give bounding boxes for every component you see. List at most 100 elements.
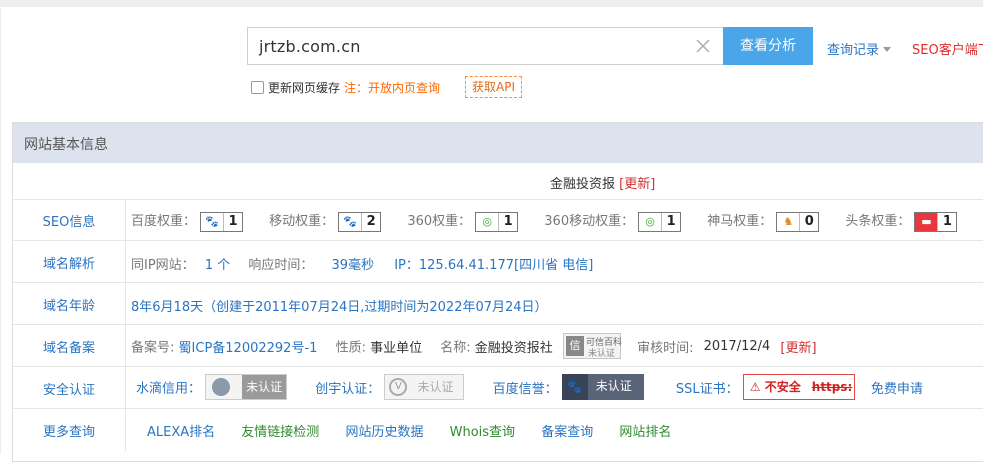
weight-toutiao-label: 头条权重：: [845, 214, 911, 229]
domain-age-detail[interactable]: （创建于2011年07月24日,过期时间为2022年07月24日）: [203, 300, 547, 315]
baidu-paw-icon: 🐾: [561, 374, 588, 400]
note-text[interactable]: 注：开放内页查询: [344, 81, 440, 95]
panel-title: 网站基本信息: [24, 137, 108, 153]
toutiao-icon: ▬: [915, 212, 939, 231]
more-label-text: 更多查询: [42, 425, 95, 440]
360-icon: ◎: [639, 212, 663, 231]
refresh-cache-label: 更新网页缓存: [268, 81, 341, 95]
domain-age-label: 域名年龄: [13, 283, 126, 325]
weight-baidu-value: 1: [228, 213, 238, 229]
whois-link[interactable]: Whois查询: [450, 425, 515, 440]
ssl-proto-text: https:: [811, 380, 853, 394]
audit-label: 审核时间:: [637, 340, 694, 356]
more-label: 更多查询: [13, 409, 126, 451]
refresh-cache-checkbox[interactable]: [251, 81, 264, 94]
search-input[interactable]: jrtzb.com.cn: [247, 27, 723, 65]
chevron-down-icon: [883, 47, 892, 52]
more-row: 更多查询 ALEXA排名 友情链接检测 网站历史数据 Whois查询 备案查询 …: [13, 408, 983, 451]
seo-label-text: SEO信息: [42, 215, 96, 230]
baidu-paw-icon: 🐾: [201, 212, 225, 231]
kexin-line2: 未认证: [587, 349, 615, 359]
panel-header: 网站基本信息: [13, 123, 983, 163]
search-input-value: jrtzb.com.cn: [259, 37, 361, 56]
weight-baidu-badge[interactable]: 🐾 1: [200, 211, 244, 232]
seo-row: SEO信息 百度权重： 🐾 1 移动权重： 🐾 2 360权重： ◎ 1 360移动权重： ◎…: [13, 199, 983, 241]
kexin-icon: 信: [565, 336, 584, 356]
site-rank-link[interactable]: 网站排名: [619, 425, 671, 440]
get-api-button[interactable]: 获取API: [465, 76, 522, 98]
domain-resolve-label: 域名解析: [13, 241, 126, 283]
weight-baidu-label: 百度权重：: [131, 214, 197, 229]
top-band: [0, 0, 983, 7]
icp-label: 域名备案: [13, 325, 126, 367]
org-name-value: 金融投资报社: [474, 340, 553, 356]
360-icon: ◎: [476, 212, 500, 231]
security-label: 安全认证: [13, 367, 126, 409]
icp-label-text: 域名备案: [42, 341, 95, 356]
org-name-label: 名称:: [440, 340, 471, 356]
weight-360mobile-badge[interactable]: ◎ 1: [638, 211, 682, 232]
history-label: 查询记录: [827, 43, 880, 58]
ssl-badge-text: 不安全: [764, 380, 801, 394]
baidu-badge-text: 未认证: [595, 379, 632, 393]
ssl-label: SSL证书：: [675, 381, 739, 397]
icp-update-link[interactable]: [更新]: [780, 341, 816, 356]
domain-resolve-label-text: 域名解析: [42, 257, 95, 272]
weight-mobile-label: 移动权重：: [269, 214, 335, 229]
same-ip-label: 同IP网站：: [131, 258, 195, 273]
weight-360mobile-label: 360移动权重：: [544, 214, 635, 229]
water-label: 水滴信用：: [136, 381, 202, 397]
weight-toutiao-value: 1: [942, 213, 952, 229]
chuangyu-badge[interactable]: V 未认证: [384, 374, 465, 400]
seo-client-link[interactable]: SEO客户端下: [912, 39, 983, 58]
weight-360mobile-value: 1: [666, 213, 676, 229]
water-badge-text: 未认证: [242, 375, 287, 399]
weight-360-badge[interactable]: ◎ 1: [475, 211, 519, 232]
ip-link[interactable]: IP：125.64.41.177[四川省 电信]: [394, 258, 593, 273]
weight-360-value: 1: [503, 213, 513, 229]
icp-no-value[interactable]: 蜀ICP备12002292号-1: [179, 341, 318, 356]
shenma-icon: ♞: [777, 212, 801, 231]
weight-mobile-badge[interactable]: 🐾 2: [338, 211, 382, 232]
weight-mobile-value: 2: [366, 213, 376, 229]
domain-age-value[interactable]: 8年6月18天: [131, 300, 203, 315]
icp-no-label: 备案号:: [131, 340, 175, 356]
nature-value: 事业单位: [370, 340, 423, 356]
water-credit-badge[interactable]: 未认证: [205, 374, 288, 400]
left-border: [0, 7, 1, 454]
chuangyu-badge-text: 未认证: [417, 380, 454, 394]
baidu-credit-badge[interactable]: 🐾 未认证: [561, 374, 644, 400]
weight-shenma-badge[interactable]: ♞ 0: [776, 211, 820, 232]
security-label-text: 安全认证: [42, 383, 95, 398]
site-info-panel: 网站基本信息 金融投资报 [更新] SEO信息 百度权重： 🐾 1 移动权重： 🐾 2 …: [12, 122, 983, 462]
history-dropdown[interactable]: 查询记录: [827, 39, 892, 58]
weight-shenma-value: 0: [804, 213, 814, 229]
seo-label: SEO信息: [13, 200, 126, 241]
icp-query-link[interactable]: 备案查询: [541, 425, 593, 440]
site-name: 金融投资报: [550, 177, 616, 192]
domain-age-label-text: 域名年龄: [42, 299, 95, 314]
chuangyu-label: 创宇认证：: [315, 381, 381, 397]
chuangyu-v-icon: V: [389, 378, 408, 396]
update-link[interactable]: [更新]: [619, 177, 655, 192]
ssl-badge[interactable]: ⚠ 不安全 https:: [742, 374, 855, 400]
response-label: 响应时间：: [248, 258, 314, 273]
icp-row: 域名备案 备案号: 蜀ICP备12002292号-1 性质: 事业单位 名称: …: [13, 324, 983, 367]
free-apply-link[interactable]: 免费申请: [871, 382, 923, 397]
same-ip-value[interactable]: 1 个: [205, 258, 230, 273]
baidu-paw-icon: 🐾: [339, 212, 363, 231]
history-data-link[interactable]: 网站历史数据: [345, 425, 423, 440]
weight-shenma-label: 神马权重：: [707, 214, 773, 229]
options-row: 更新网页缓存 注：开放内页查询: [251, 79, 440, 96]
baidu-credit-label: 百度信誉：: [492, 381, 558, 397]
search-button[interactable]: 查看分析: [723, 27, 813, 65]
clear-icon[interactable]: [695, 38, 711, 54]
weight-toutiao-badge[interactable]: ▬ 1: [914, 211, 958, 232]
alexa-link[interactable]: ALEXA排名: [147, 425, 215, 440]
domain-resolve-row: 域名解析 同IP网站： 1 个 响应时间： 39毫秒 IP：125.64.41.…: [13, 240, 983, 283]
water-drop-icon: [212, 378, 231, 396]
friend-link-check[interactable]: 友情链接检测: [241, 425, 319, 440]
kexin-badge[interactable]: 信可信百科 未认证: [562, 333, 622, 359]
weight-360-label: 360权重：: [407, 214, 472, 229]
response-value: 39毫秒: [331, 258, 375, 273]
